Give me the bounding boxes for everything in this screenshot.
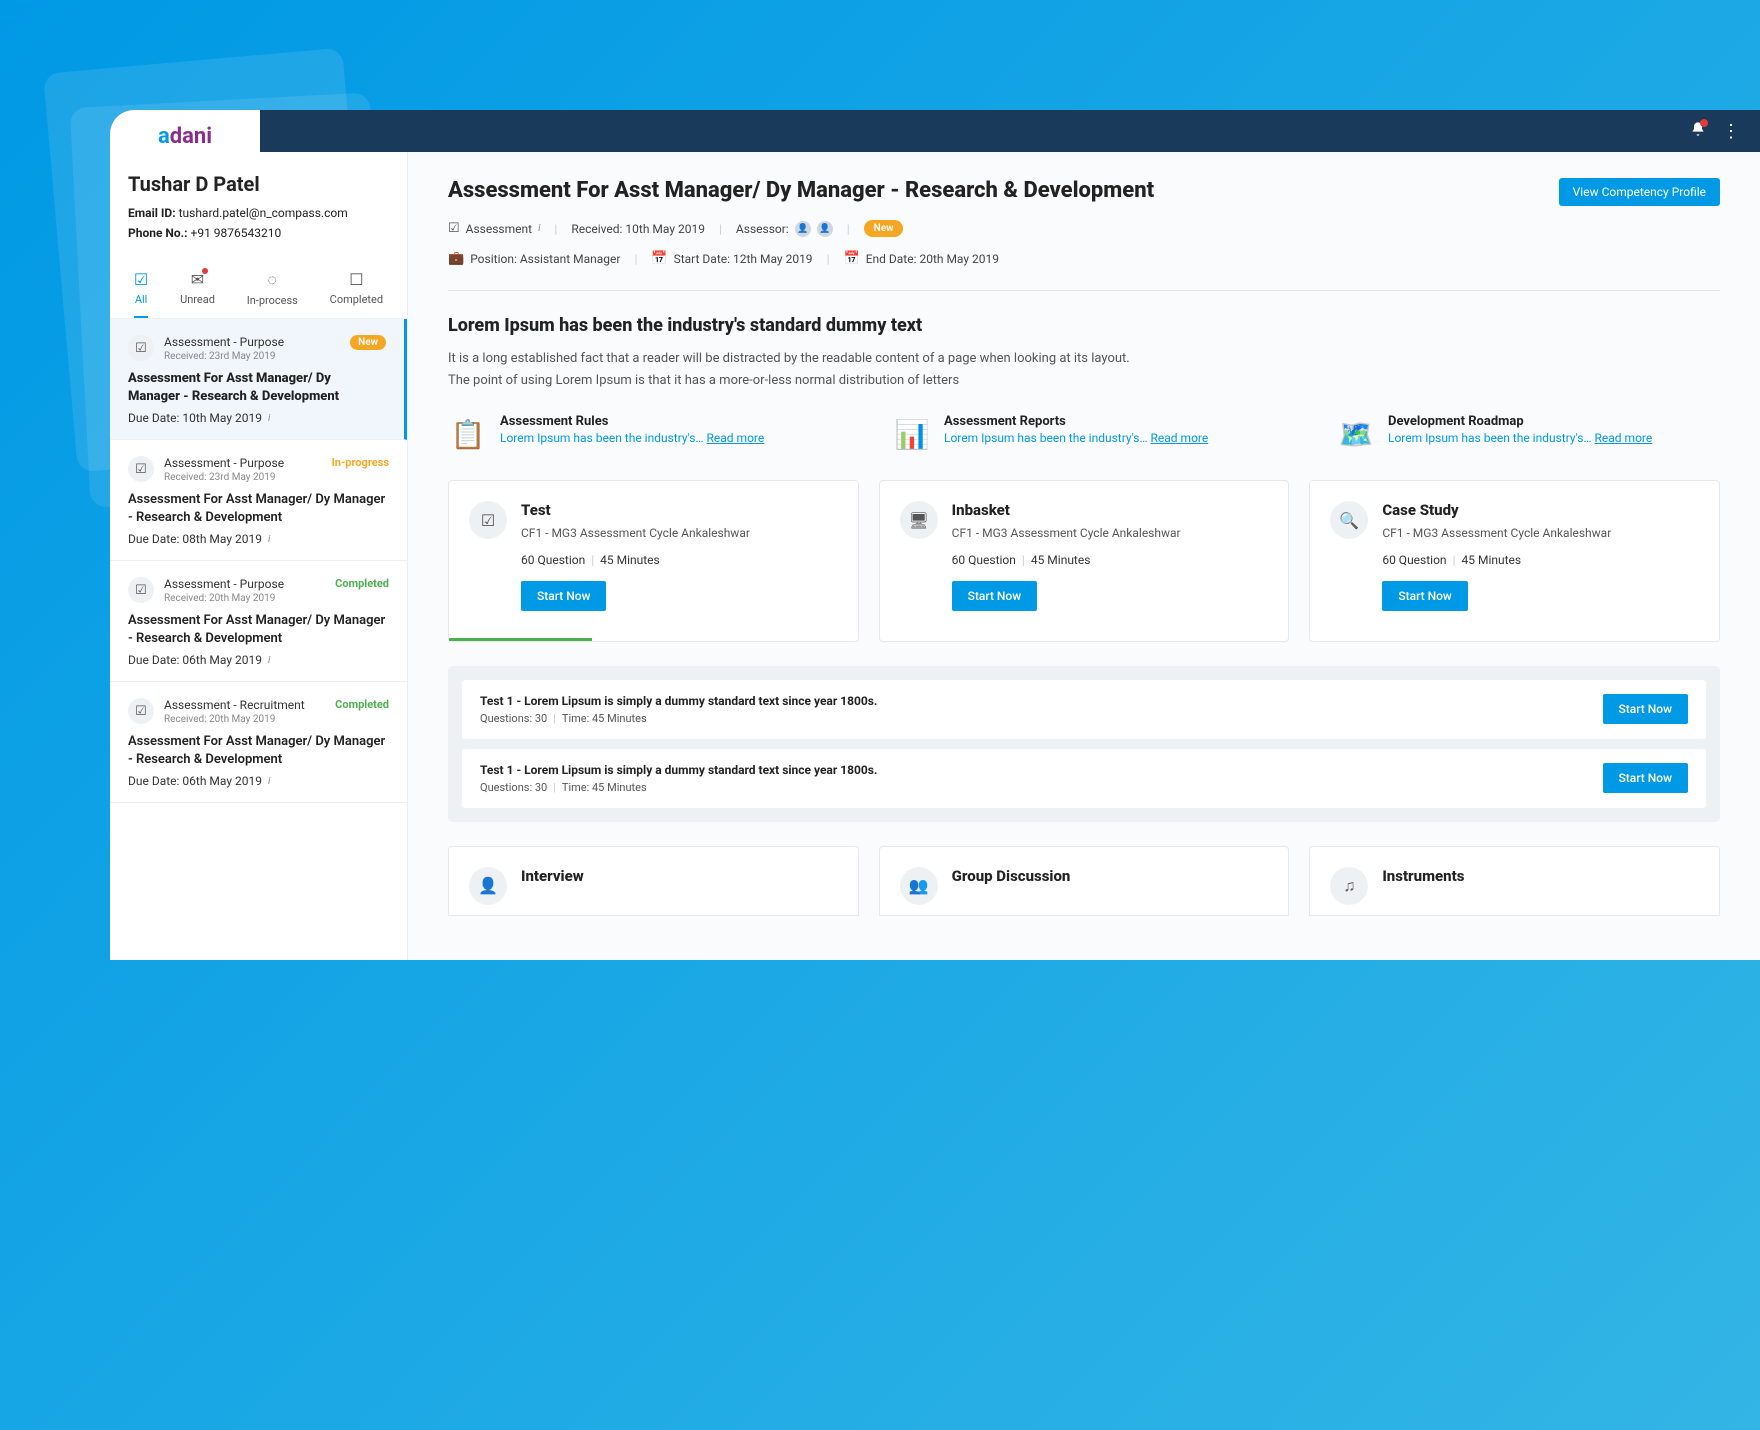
test-panel: Test 1 - Lorem Lipsum is simply a dummy … xyxy=(448,666,1720,822)
divider xyxy=(448,290,1720,291)
check-icon: ☐ xyxy=(349,270,363,289)
page-title: Assessment For Asst Manager/ Dy Manager … xyxy=(448,178,1154,203)
new-badge: New xyxy=(350,335,386,350)
avatar[interactable]: 👤 xyxy=(817,221,833,237)
test-row: Test 1 - Lorem Lipsum is simply a dummy … xyxy=(462,680,1706,739)
clipboard-icon: ☑ xyxy=(448,221,460,236)
meta-row-2: 💼Position: Assistant Manager | 📅Start Da… xyxy=(448,251,1720,266)
topbar: adani ⋮ xyxy=(110,110,1760,152)
main-content: Assessment For Asst Manager/ Dy Manager … xyxy=(408,152,1760,960)
assessment-list: ☑ Assessment - Purpose Received: 23rd Ma… xyxy=(110,319,407,960)
info-icon[interactable]: i xyxy=(268,413,270,424)
start-now-button[interactable]: Start Now xyxy=(1603,763,1688,793)
start-now-button[interactable]: Start Now xyxy=(1603,694,1688,724)
notification-bell-icon[interactable] xyxy=(1690,121,1706,141)
card-group-discussion: 👥 Group Discussion xyxy=(879,846,1290,916)
progress-bar xyxy=(449,638,592,641)
tab-all[interactable]: ☑ All xyxy=(134,270,148,318)
roadmap-icon: 🗺️ xyxy=(1336,414,1376,454)
filter-tabs: ☑ All ✉ Unread ◌ In-process ☐ Completed xyxy=(110,256,407,319)
sidebar: Tushar D Patel Email ID: tushard.patel@n… xyxy=(110,152,408,960)
read-more-link[interactable]: Read more xyxy=(1151,431,1209,445)
chart-icon: 📊 xyxy=(892,414,932,454)
info-icon[interactable]: i xyxy=(538,223,540,234)
user-name: Tushar D Patel xyxy=(128,172,389,196)
new-badge: New xyxy=(864,220,904,237)
docs-row: 📋 Assessment Rules Lorem Ipsum has been … xyxy=(448,414,1720,454)
clipboard-icon: ☑ xyxy=(128,456,154,482)
envelope-icon: ✉ xyxy=(191,270,204,289)
info-icon[interactable]: i xyxy=(268,534,270,545)
start-now-button[interactable]: Start Now xyxy=(952,581,1037,611)
start-now-button[interactable]: Start Now xyxy=(1382,581,1467,611)
list-item[interactable]: ☑ Assessment - Purpose Received: 20th Ma… xyxy=(110,561,407,682)
more-cards: 👤 Interview 👥 Group Discussion ♫ Instrum… xyxy=(448,846,1720,916)
list-item[interactable]: ☑ Assessment - Purpose Received: 23rd Ma… xyxy=(110,319,407,440)
view-competency-profile-button[interactable]: View Competency Profile xyxy=(1559,178,1720,206)
card-instruments: ♫ Instruments xyxy=(1309,846,1720,916)
list-item[interactable]: ☑ Assessment - Purpose Received: 23rd Ma… xyxy=(110,440,407,561)
tab-unread[interactable]: ✉ Unread xyxy=(180,270,215,318)
clipboard-icon: ☑ xyxy=(128,335,154,361)
user-info: Tushar D Patel Email ID: tushard.patel@n… xyxy=(110,152,407,256)
card-inbasket: 🖥 Inbasket CF1 - MG3 Assessment Cycle An… xyxy=(879,480,1290,641)
clipboard-icon: ☑ xyxy=(128,577,154,603)
clipboard-icon: ☑ xyxy=(469,501,507,539)
card-interview: 👤 Interview xyxy=(448,846,859,916)
briefcase-icon: 💼 xyxy=(448,251,464,266)
spinner-icon: ◌ xyxy=(268,270,278,290)
status-badge: Completed xyxy=(335,577,389,590)
section-desc: It is a long established fact that a rea… xyxy=(448,348,1720,392)
document-search-icon: 🔍 xyxy=(1330,501,1368,539)
list-item[interactable]: ☑ Assessment - Recruitment Received: 20t… xyxy=(110,682,407,803)
status-badge: Completed xyxy=(335,698,389,711)
start-now-button[interactable]: Start Now xyxy=(521,581,606,611)
card-test: ☑ Test CF1 - MG3 Assessment Cycle Ankale… xyxy=(448,480,859,641)
info-icon[interactable]: i xyxy=(268,776,270,787)
card-case-study: 🔍 Case Study CF1 - MG3 Assessment Cycle … xyxy=(1309,480,1720,641)
read-more-link[interactable]: Read more xyxy=(1595,431,1653,445)
tab-completed[interactable]: ☐ Completed xyxy=(330,270,383,318)
music-icon: ♫ xyxy=(1330,867,1368,905)
meta-row-1: ☑Assessment i | Received: 10th May 2019 … xyxy=(448,220,1720,237)
kebab-menu-icon[interactable]: ⋮ xyxy=(1722,121,1740,142)
doc-assessment-reports[interactable]: 📊 Assessment Reports Lorem Ipsum has bee… xyxy=(892,414,1276,454)
avatar[interactable]: 👤 xyxy=(795,221,811,237)
doc-development-roadmap[interactable]: 🗺️ Development Roadmap Lorem Ipsum has b… xyxy=(1336,414,1720,454)
assessment-cards: ☑ Test CF1 - MG3 Assessment Cycle Ankale… xyxy=(448,480,1720,641)
monitor-icon: 🖥 xyxy=(900,501,938,539)
document-icon: 📋 xyxy=(448,414,488,454)
doc-assessment-rules[interactable]: 📋 Assessment Rules Lorem Ipsum has been … xyxy=(448,414,832,454)
clipboard-icon: ☑ xyxy=(128,698,154,724)
test-row: Test 1 - Lorem Lipsum is simply a dummy … xyxy=(462,749,1706,808)
person-icon: 👤 xyxy=(469,867,507,905)
read-more-link[interactable]: Read more xyxy=(707,431,765,445)
section-title: Lorem Ipsum has been the industry's stan… xyxy=(448,315,1720,336)
tab-inprocess[interactable]: ◌ In-process xyxy=(247,270,298,318)
checklist-icon: ☑ xyxy=(134,270,148,289)
info-icon[interactable]: i xyxy=(268,655,270,666)
app-window: adani ⋮ Tushar D Patel Email ID: tushard… xyxy=(110,110,1760,960)
status-badge: In-progress xyxy=(332,456,389,469)
calendar-icon: 📅 xyxy=(651,251,667,266)
calendar-icon: 📅 xyxy=(844,251,860,266)
people-icon: 👥 xyxy=(900,867,938,905)
